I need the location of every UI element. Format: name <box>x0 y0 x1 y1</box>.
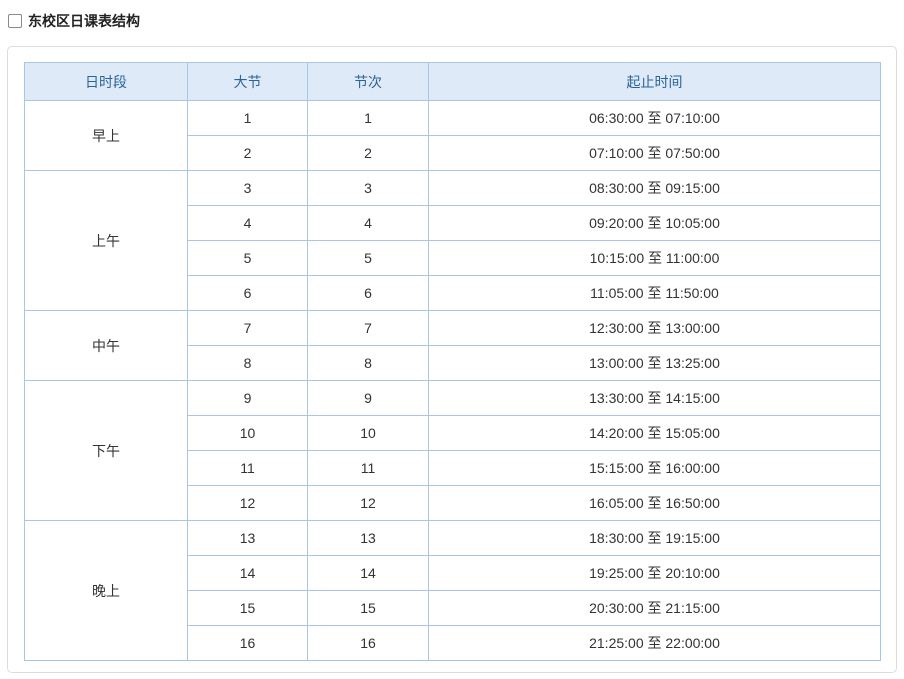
day-period-cell: 晚上 <box>25 521 188 661</box>
time-range-cell: 10:15:00 至 11:00:00 <box>429 241 881 276</box>
day-period-cell: 早上 <box>25 101 188 171</box>
period-number-cell: 9 <box>308 381 429 416</box>
col-header-major-period: 大节 <box>188 63 308 101</box>
timetable-title-row: 东校区日课表结构 <box>8 13 140 29</box>
table-row: 上午3308:30:00 至 09:15:00 <box>25 171 881 206</box>
time-range-cell: 14:20:00 至 15:05:00 <box>429 416 881 451</box>
time-range-cell: 15:15:00 至 16:00:00 <box>429 451 881 486</box>
major-period-cell: 6 <box>188 276 308 311</box>
time-range-cell: 07:10:00 至 07:50:00 <box>429 136 881 171</box>
major-period-cell: 13 <box>188 521 308 556</box>
time-range-cell: 13:30:00 至 14:15:00 <box>429 381 881 416</box>
time-range-cell: 11:05:00 至 11:50:00 <box>429 276 881 311</box>
timetable-table: 日时段 大节 节次 起止时间 早上1106:30:00 至 07:10:0022… <box>24 62 881 661</box>
time-range-cell: 08:30:00 至 09:15:00 <box>429 171 881 206</box>
major-period-cell: 12 <box>188 486 308 521</box>
timetable-checkbox[interactable] <box>8 14 22 28</box>
period-number-cell: 3 <box>308 171 429 206</box>
time-range-cell: 06:30:00 至 07:10:00 <box>429 101 881 136</box>
major-period-cell: 14 <box>188 556 308 591</box>
period-number-cell: 14 <box>308 556 429 591</box>
time-range-cell: 09:20:00 至 10:05:00 <box>429 206 881 241</box>
major-period-cell: 8 <box>188 346 308 381</box>
period-number-cell: 12 <box>308 486 429 521</box>
col-header-time-range: 起止时间 <box>429 63 881 101</box>
time-range-cell: 20:30:00 至 21:15:00 <box>429 591 881 626</box>
major-period-cell: 5 <box>188 241 308 276</box>
day-period-cell: 上午 <box>25 171 188 311</box>
time-range-cell: 21:25:00 至 22:00:00 <box>429 626 881 661</box>
period-number-cell: 10 <box>308 416 429 451</box>
period-number-cell: 7 <box>308 311 429 346</box>
major-period-cell: 3 <box>188 171 308 206</box>
period-number-cell: 13 <box>308 521 429 556</box>
period-number-cell: 2 <box>308 136 429 171</box>
day-period-cell: 中午 <box>25 311 188 381</box>
col-header-day-period: 日时段 <box>25 63 188 101</box>
table-row: 晚上131318:30:00 至 19:15:00 <box>25 521 881 556</box>
major-period-cell: 11 <box>188 451 308 486</box>
major-period-cell: 9 <box>188 381 308 416</box>
col-header-period-number: 节次 <box>308 63 429 101</box>
period-number-cell: 1 <box>308 101 429 136</box>
page-title: 东校区日课表结构 <box>28 13 140 29</box>
period-number-cell: 4 <box>308 206 429 241</box>
timetable-panel: 日时段 大节 节次 起止时间 早上1106:30:00 至 07:10:0022… <box>7 46 897 673</box>
major-period-cell: 4 <box>188 206 308 241</box>
table-row: 下午9913:30:00 至 14:15:00 <box>25 381 881 416</box>
time-range-cell: 18:30:00 至 19:15:00 <box>429 521 881 556</box>
major-period-cell: 2 <box>188 136 308 171</box>
major-period-cell: 15 <box>188 591 308 626</box>
major-period-cell: 16 <box>188 626 308 661</box>
period-number-cell: 5 <box>308 241 429 276</box>
major-period-cell: 1 <box>188 101 308 136</box>
period-number-cell: 16 <box>308 626 429 661</box>
major-period-cell: 7 <box>188 311 308 346</box>
time-range-cell: 12:30:00 至 13:00:00 <box>429 311 881 346</box>
period-number-cell: 8 <box>308 346 429 381</box>
time-range-cell: 13:00:00 至 13:25:00 <box>429 346 881 381</box>
period-number-cell: 15 <box>308 591 429 626</box>
timetable-body: 早上1106:30:00 至 07:10:002207:10:00 至 07:5… <box>25 101 881 661</box>
period-number-cell: 11 <box>308 451 429 486</box>
table-row: 早上1106:30:00 至 07:10:00 <box>25 101 881 136</box>
day-period-cell: 下午 <box>25 381 188 521</box>
time-range-cell: 16:05:00 至 16:50:00 <box>429 486 881 521</box>
table-row: 中午7712:30:00 至 13:00:00 <box>25 311 881 346</box>
header-row: 日时段 大节 节次 起止时间 <box>25 63 881 101</box>
time-range-cell: 19:25:00 至 20:10:00 <box>429 556 881 591</box>
major-period-cell: 10 <box>188 416 308 451</box>
period-number-cell: 6 <box>308 276 429 311</box>
